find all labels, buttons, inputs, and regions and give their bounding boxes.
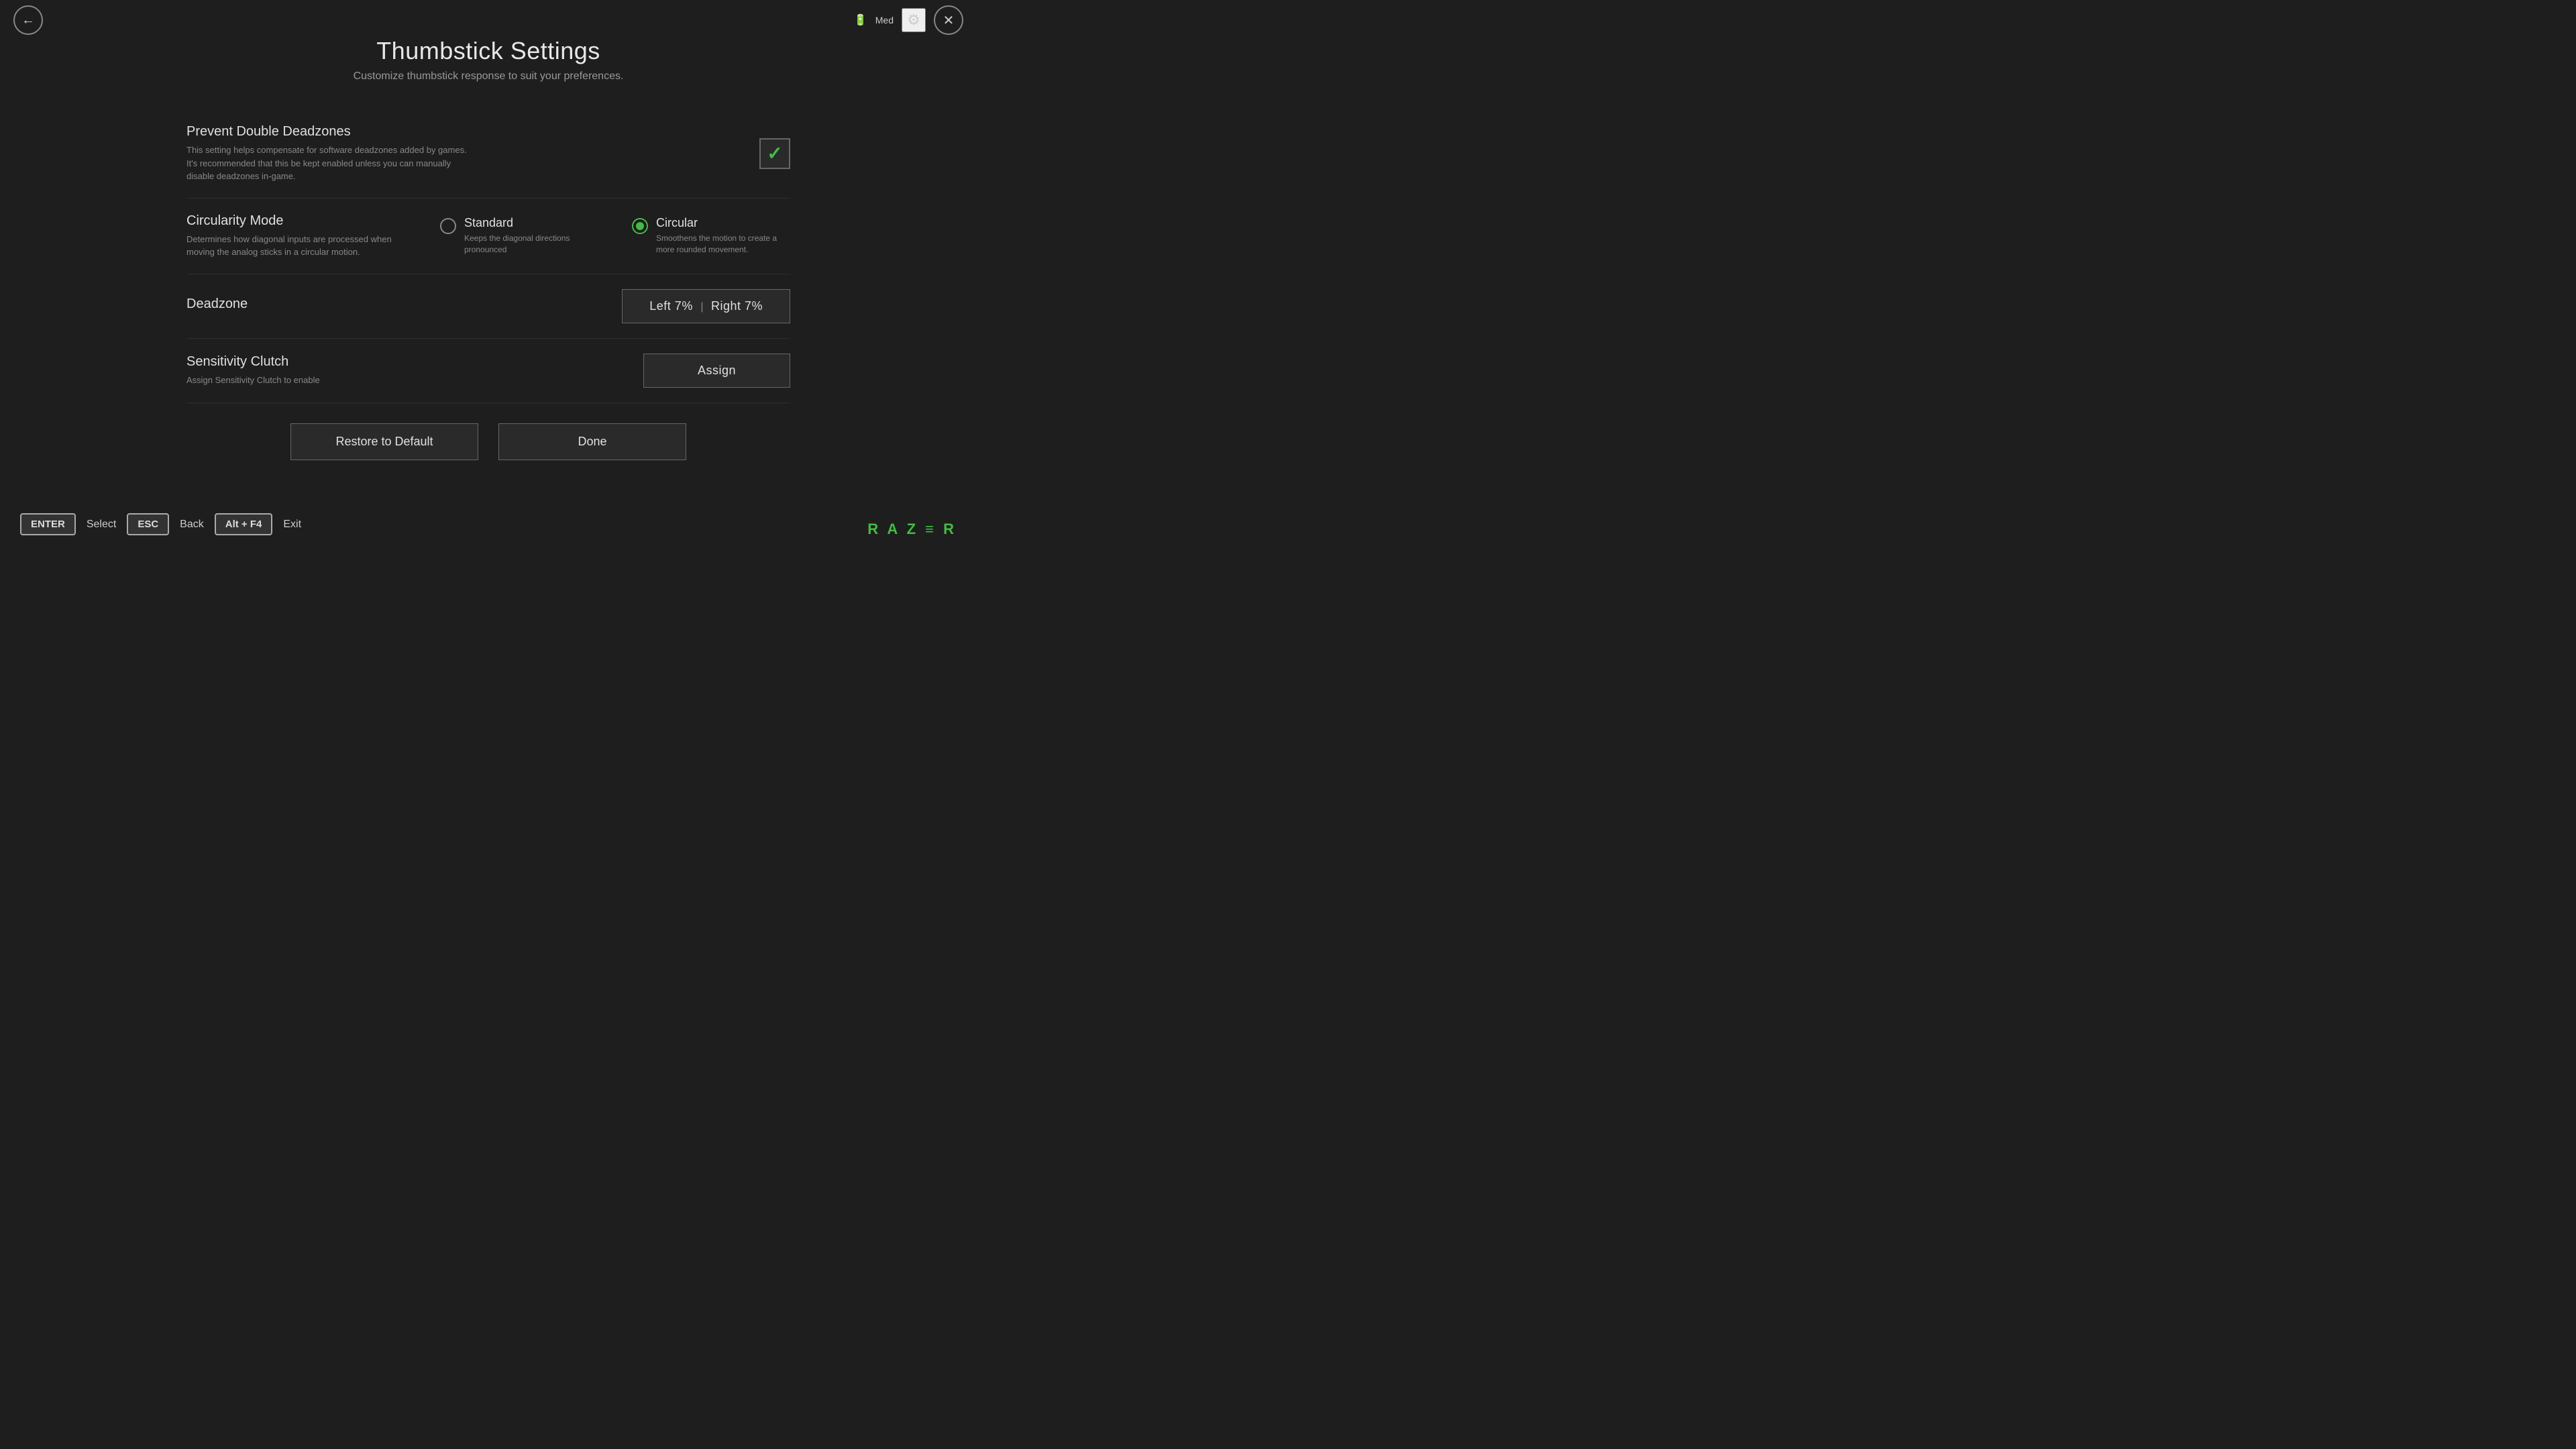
prevent-double-deadzones-control: ✓ — [759, 138, 790, 169]
close-icon: ✕ — [943, 12, 955, 29]
checkmark-icon: ✓ — [767, 142, 782, 164]
circular-radio-label: Circular — [656, 216, 790, 230]
circularity-mode-info: Circularity Mode Determines how diagonal… — [186, 213, 440, 259]
deadzone-label: Deadzone — [186, 297, 602, 312]
enter-key-badge: ENTER — [20, 513, 76, 535]
sensitivity-clutch-label: Sensitivity Clutch — [186, 354, 623, 370]
main-content: Prevent Double Deadzones This setting he… — [186, 96, 790, 487]
circular-radio-option[interactable]: Circular Smoothens the motion to create … — [632, 216, 790, 256]
back-arrow-icon: ← — [21, 13, 35, 28]
standard-radio-label: Standard — [464, 216, 598, 230]
deadzone-info: Deadzone — [186, 297, 622, 316]
sensitivity-clutch-row: Sensitivity Clutch Assign Sensitivity Cl… — [186, 339, 790, 403]
settings-gear-button[interactable]: ⚙ — [902, 8, 926, 32]
top-right-controls: 🔋 Med ⚙ ✕ — [854, 5, 963, 35]
standard-radio-desc: Keeps the diagonal directions pronounced — [464, 233, 598, 256]
circularity-mode-control: Standard Keeps the diagonal directions p… — [440, 216, 790, 256]
prevent-double-deadzones-checkbox[interactable]: ✓ — [759, 138, 790, 169]
top-bar: ← 🔋 Med ⚙ ✕ — [0, 0, 977, 40]
sensitivity-clutch-info: Sensitivity Clutch Assign Sensitivity Cl… — [186, 354, 643, 387]
standard-radio-circle — [440, 218, 456, 234]
deadzone-button[interactable]: Left 7% | Right 7% — [622, 289, 790, 323]
deadzone-right-label: Right 7% — [711, 299, 763, 313]
close-button[interactable]: ✕ — [934, 5, 963, 35]
deadzone-row: Deadzone Left 7% | Right 7% — [186, 274, 790, 339]
circularity-mode-label: Circularity Mode — [186, 213, 420, 229]
circular-radio-inner — [636, 222, 644, 230]
standard-radio-text: Standard Keeps the diagonal directions p… — [464, 216, 598, 256]
circularity-mode-row: Circularity Mode Determines how diagonal… — [186, 199, 790, 274]
circular-radio-text: Circular Smoothens the motion to create … — [656, 216, 790, 256]
done-button[interactable]: Done — [498, 423, 686, 460]
battery-icon: 🔋 — [854, 13, 867, 27]
page-title: Thumbstick Settings — [0, 37, 977, 65]
footer: ENTER Select ESC Back Alt + F4 Exit — [0, 513, 977, 535]
altf4-key-label: Exit — [283, 519, 301, 531]
prevent-double-deadzones-row: Prevent Double Deadzones This setting he… — [186, 109, 790, 199]
deadzone-control: Left 7% | Right 7% — [622, 289, 790, 323]
back-button[interactable]: ← — [13, 5, 43, 35]
circularity-mode-desc: Determines how diagonal inputs are proce… — [186, 233, 420, 259]
sensitivity-clutch-desc: Assign Sensitivity Clutch to enable — [186, 374, 468, 387]
enter-key-label: Select — [87, 519, 116, 531]
esc-key-badge: ESC — [127, 513, 169, 535]
altf4-key-badge: Alt + F4 — [215, 513, 273, 535]
prevent-double-deadzones-label: Prevent Double Deadzones — [186, 124, 739, 140]
razer-logo: R A Z ≡ R — [867, 521, 957, 538]
circular-radio-circle — [632, 218, 648, 234]
prevent-double-deadzones-desc: This setting helps compensate for softwa… — [186, 144, 468, 183]
bottom-buttons: Restore to Default Done — [186, 403, 790, 474]
battery-label: Med — [875, 15, 894, 25]
prevent-double-deadzones-info: Prevent Double Deadzones This setting he… — [186, 124, 759, 183]
page-subtitle: Customize thumbstick response to suit yo… — [0, 70, 977, 83]
esc-key-label: Back — [180, 519, 204, 531]
deadzone-divider: | — [696, 301, 711, 313]
restore-to-default-button[interactable]: Restore to Default — [290, 423, 478, 460]
deadzone-left-label: Left 7% — [649, 299, 693, 313]
sensitivity-clutch-control: Assign — [643, 354, 790, 388]
standard-radio-option[interactable]: Standard Keeps the diagonal directions p… — [440, 216, 598, 256]
circular-radio-desc: Smoothens the motion to create a more ro… — [656, 233, 790, 256]
gear-icon: ⚙ — [907, 11, 920, 29]
assign-button[interactable]: Assign — [643, 354, 790, 388]
